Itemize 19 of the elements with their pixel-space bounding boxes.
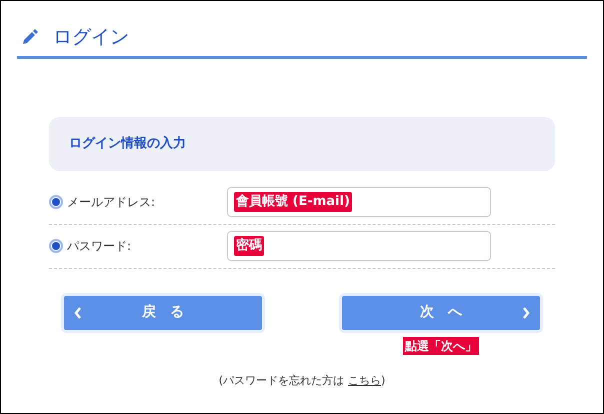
chevron-right-icon: [522, 306, 530, 318]
pencil-icon: [21, 28, 39, 46]
radio-button[interactable]: [49, 195, 63, 209]
footer-text: ): [381, 372, 386, 388]
footer-text: (パスワードを忘れた方は: [218, 372, 344, 388]
chevron-left-icon: [74, 306, 82, 318]
annotation-text: 密碼: [234, 236, 264, 256]
page-title: ログイン: [53, 25, 129, 50]
field-label: メールアドレス:: [67, 194, 156, 211]
input-field[interactable]: 密碼: [227, 231, 491, 261]
annotation-text: 點選「次へ」: [403, 336, 479, 354]
next-button[interactable]: 次 へ: [339, 292, 543, 332]
field-label: パスワード:: [67, 238, 132, 255]
here-link[interactable]: こちら: [348, 372, 381, 389]
input-field[interactable]: 會員帳號 (E-mail): [227, 187, 491, 217]
radio-button[interactable]: [49, 239, 63, 253]
annotation-text: 會員帳號 (E-mail): [234, 192, 352, 212]
section-title: ログイン情報の入力: [69, 134, 186, 153]
back-button[interactable]: 戻 る: [61, 292, 265, 332]
